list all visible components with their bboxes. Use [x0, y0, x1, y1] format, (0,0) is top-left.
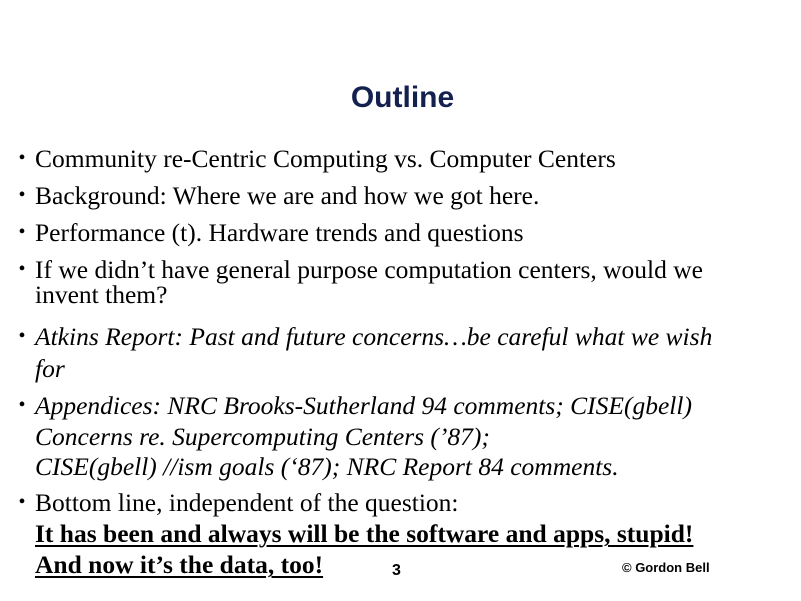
outline-item-atkins-cont: for	[35, 354, 65, 383]
page-number: 3	[392, 562, 401, 579]
bullet-icon: •	[18, 258, 26, 280]
outline-item-bottom-line: Bottom line, independent of the question…	[35, 488, 459, 517]
outline-item-appendices-cont-1: Concerns re. Supercomputing Centers (’87…	[35, 422, 490, 451]
outline-item-appendices: Appendices: NRC Brooks-Sutherland 94 com…	[35, 391, 692, 420]
slide-title: Outline	[350, 81, 455, 114]
bullet-icon: •	[18, 147, 26, 169]
outline-item-software-emphasis: It has been and always will be the softw…	[35, 519, 694, 548]
outline-item-background: Background: Where we are and how we got …	[35, 181, 540, 210]
bullet-icon: •	[18, 491, 26, 513]
outline-item-appendices-cont-2: CISE(gbell) //ism goals (‘87); NRC Repor…	[35, 452, 619, 481]
copyright-notice: © Gordon Bell	[622, 560, 710, 575]
bullet-icon: •	[18, 325, 26, 347]
outline-item-atkins: Atkins Report: Past and future concerns……	[35, 322, 713, 351]
outline-item-performance: Performance (t). Hardware trends and que…	[35, 218, 524, 247]
bullet-icon: •	[18, 221, 26, 243]
bullet-icon: •	[18, 184, 26, 206]
outline-item-community: Community re-Centric Computing vs. Compu…	[35, 144, 616, 173]
bullet-icon: •	[18, 394, 26, 416]
outline-item-centers-question-cont: invent them?	[35, 280, 168, 309]
outline-item-data-emphasis: And now it’s the data, too!	[35, 550, 324, 579]
